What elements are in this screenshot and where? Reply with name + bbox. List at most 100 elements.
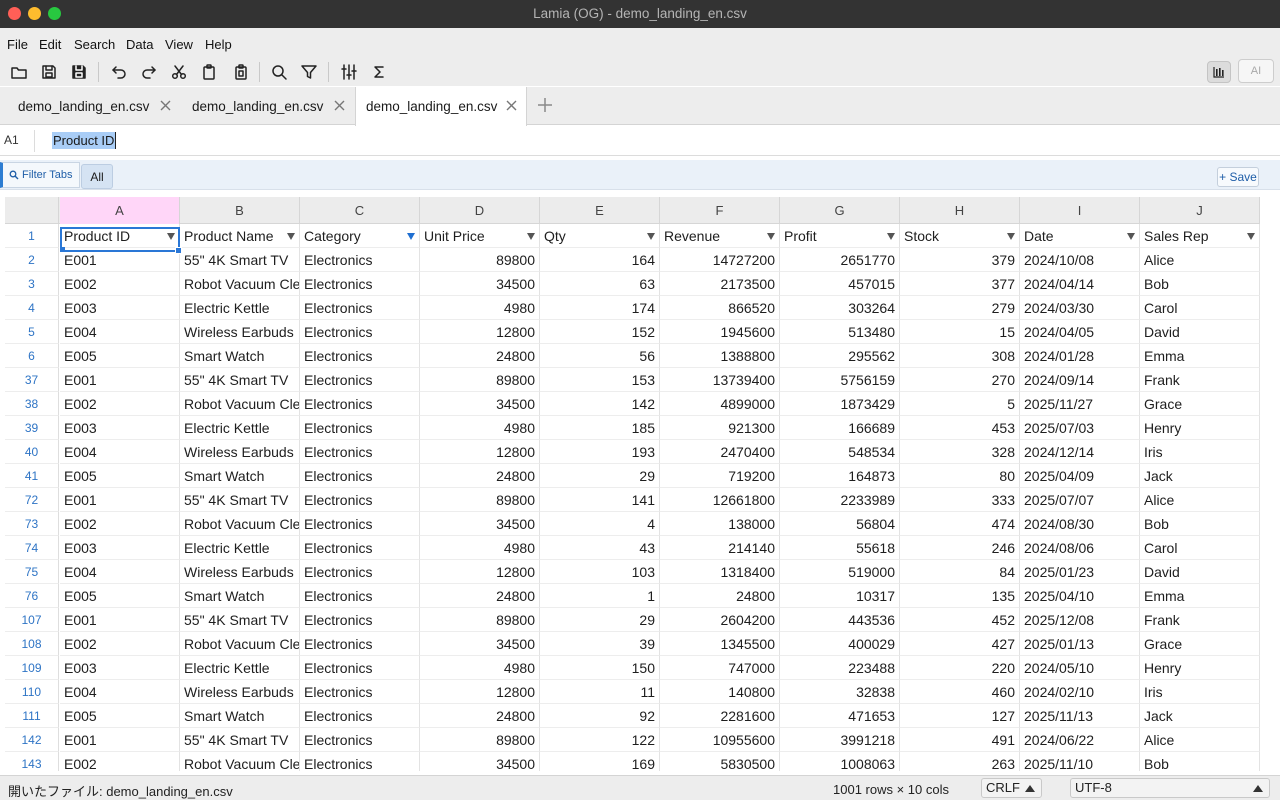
table-cell[interactable]: Electronics xyxy=(300,584,420,608)
table-cell[interactable]: Iris xyxy=(1140,440,1260,464)
table-cell[interactable]: 2025/04/10 xyxy=(1020,584,1140,608)
row-number[interactable]: 39 xyxy=(5,416,59,440)
table-cell[interactable]: 135 xyxy=(900,584,1020,608)
table-cell[interactable]: 2025/12/08 xyxy=(1020,608,1140,632)
column-header-j[interactable]: J xyxy=(1140,197,1260,224)
filter-icon[interactable] xyxy=(297,60,321,84)
chart-panel-toggle[interactable] xyxy=(1207,61,1231,83)
table-cell[interactable]: 34500 xyxy=(420,272,540,296)
row-number[interactable]: 6 xyxy=(5,344,59,368)
filter-dropdown-icon[interactable] xyxy=(407,233,415,240)
table-cell[interactable]: Robot Vacuum Cle xyxy=(180,392,300,416)
table-cell[interactable]: 513480 xyxy=(780,320,900,344)
table-cell[interactable]: E004 xyxy=(60,440,180,464)
table-cell[interactable]: Smart Watch xyxy=(180,584,300,608)
row-number[interactable]: 37 xyxy=(5,368,59,392)
column-header-g[interactable]: G xyxy=(780,197,900,224)
table-cell[interactable]: E003 xyxy=(60,536,180,560)
table-cell[interactable]: 63 xyxy=(540,272,660,296)
table-cell[interactable]: 185 xyxy=(540,416,660,440)
row-number[interactable]: 1 xyxy=(5,224,59,248)
file-tab-2[interactable]: demo_landing_en.csv xyxy=(182,87,354,125)
cell-reference[interactable]: A1 xyxy=(4,133,19,147)
table-cell[interactable]: 453 xyxy=(900,416,1020,440)
table-cell[interactable]: 223488 xyxy=(780,656,900,680)
table-cell[interactable]: Henry xyxy=(1140,416,1260,440)
table-cell[interactable]: 4980 xyxy=(420,536,540,560)
filter-dropdown-icon[interactable] xyxy=(1007,233,1015,240)
table-cell[interactable]: 2281600 xyxy=(660,704,780,728)
table-cell[interactable]: 308 xyxy=(900,344,1020,368)
table-cell[interactable]: Smart Watch xyxy=(180,704,300,728)
table-cell[interactable]: 2024/08/30 xyxy=(1020,512,1140,536)
table-cell[interactable]: 39 xyxy=(540,632,660,656)
table-cell[interactable]: Electronics xyxy=(300,248,420,272)
table-cell[interactable]: 866520 xyxy=(660,296,780,320)
table-cell[interactable]: 2025/01/23 xyxy=(1020,560,1140,584)
table-cell[interactable]: E002 xyxy=(60,512,180,536)
table-cell[interactable]: 4980 xyxy=(420,296,540,320)
table-cell[interactable]: 29 xyxy=(540,464,660,488)
table-cell[interactable]: 2025/11/10 xyxy=(1020,752,1140,771)
table-cell[interactable]: 220 xyxy=(900,656,1020,680)
paste-icon[interactable] xyxy=(229,60,253,84)
row-number[interactable]: 75 xyxy=(5,560,59,584)
table-cell[interactable]: 460 xyxy=(900,680,1020,704)
table-cell[interactable]: 11 xyxy=(540,680,660,704)
table-cell[interactable]: 153 xyxy=(540,368,660,392)
header-cell[interactable]: Profit xyxy=(780,224,900,248)
table-cell[interactable]: E001 xyxy=(60,488,180,512)
table-cell[interactable]: 89800 xyxy=(420,248,540,272)
table-cell[interactable]: 12800 xyxy=(420,440,540,464)
table-cell[interactable]: 166689 xyxy=(780,416,900,440)
table-cell[interactable]: 122 xyxy=(540,728,660,752)
table-cell[interactable]: 2024/12/14 xyxy=(1020,440,1140,464)
table-cell[interactable]: Electric Kettle xyxy=(180,416,300,440)
table-cell[interactable]: 138000 xyxy=(660,512,780,536)
table-cell[interactable]: E003 xyxy=(60,296,180,320)
menu-view[interactable]: View xyxy=(165,37,193,52)
table-cell[interactable]: 29 xyxy=(540,608,660,632)
table-cell[interactable]: 43 xyxy=(540,536,660,560)
table-cell[interactable]: 921300 xyxy=(660,416,780,440)
table-cell[interactable]: 328 xyxy=(900,440,1020,464)
table-cell[interactable]: 246 xyxy=(900,536,1020,560)
table-cell[interactable]: Emma xyxy=(1140,344,1260,368)
table-cell[interactable]: E005 xyxy=(60,464,180,488)
table-cell[interactable]: 2025/04/09 xyxy=(1020,464,1140,488)
header-cell[interactable]: Product ID xyxy=(60,224,180,248)
table-cell[interactable]: 34500 xyxy=(420,512,540,536)
filter-dropdown-icon[interactable] xyxy=(1127,233,1135,240)
table-cell[interactable]: E004 xyxy=(60,560,180,584)
redo-icon[interactable] xyxy=(137,60,161,84)
fill-handle[interactable] xyxy=(175,247,182,254)
table-cell[interactable]: 2024/09/14 xyxy=(1020,368,1140,392)
table-cell[interactable]: E001 xyxy=(60,728,180,752)
table-cell[interactable]: E002 xyxy=(60,632,180,656)
column-settings-icon[interactable] xyxy=(337,60,361,84)
header-cell[interactable]: Unit Price xyxy=(420,224,540,248)
table-cell[interactable]: Grace xyxy=(1140,392,1260,416)
table-cell[interactable]: 2024/01/28 xyxy=(1020,344,1140,368)
table-cell[interactable]: Electronics xyxy=(300,464,420,488)
row-number[interactable]: 74 xyxy=(5,536,59,560)
table-cell[interactable]: 1945600 xyxy=(660,320,780,344)
table-cell[interactable]: Electronics xyxy=(300,368,420,392)
table-cell[interactable]: E003 xyxy=(60,656,180,680)
table-cell[interactable]: 55" 4K Smart TV xyxy=(180,488,300,512)
table-cell[interactable]: 2233989 xyxy=(780,488,900,512)
table-cell[interactable]: 56 xyxy=(540,344,660,368)
table-cell[interactable]: Robot Vacuum Cle xyxy=(180,272,300,296)
table-cell[interactable]: Electronics xyxy=(300,728,420,752)
table-cell[interactable]: 1388800 xyxy=(660,344,780,368)
table-cell[interactable]: 333 xyxy=(900,488,1020,512)
row-number[interactable]: 4 xyxy=(5,296,59,320)
file-tab-3[interactable]: demo_landing_en.csv xyxy=(355,87,527,126)
table-cell[interactable]: Robot Vacuum Cle xyxy=(180,752,300,771)
table-cell[interactable]: Carol xyxy=(1140,536,1260,560)
table-cell[interactable]: 24800 xyxy=(660,584,780,608)
table-cell[interactable]: Electronics xyxy=(300,680,420,704)
table-cell[interactable]: 2025/11/13 xyxy=(1020,704,1140,728)
table-cell[interactable]: 169 xyxy=(540,752,660,771)
table-cell[interactable]: Electric Kettle xyxy=(180,656,300,680)
